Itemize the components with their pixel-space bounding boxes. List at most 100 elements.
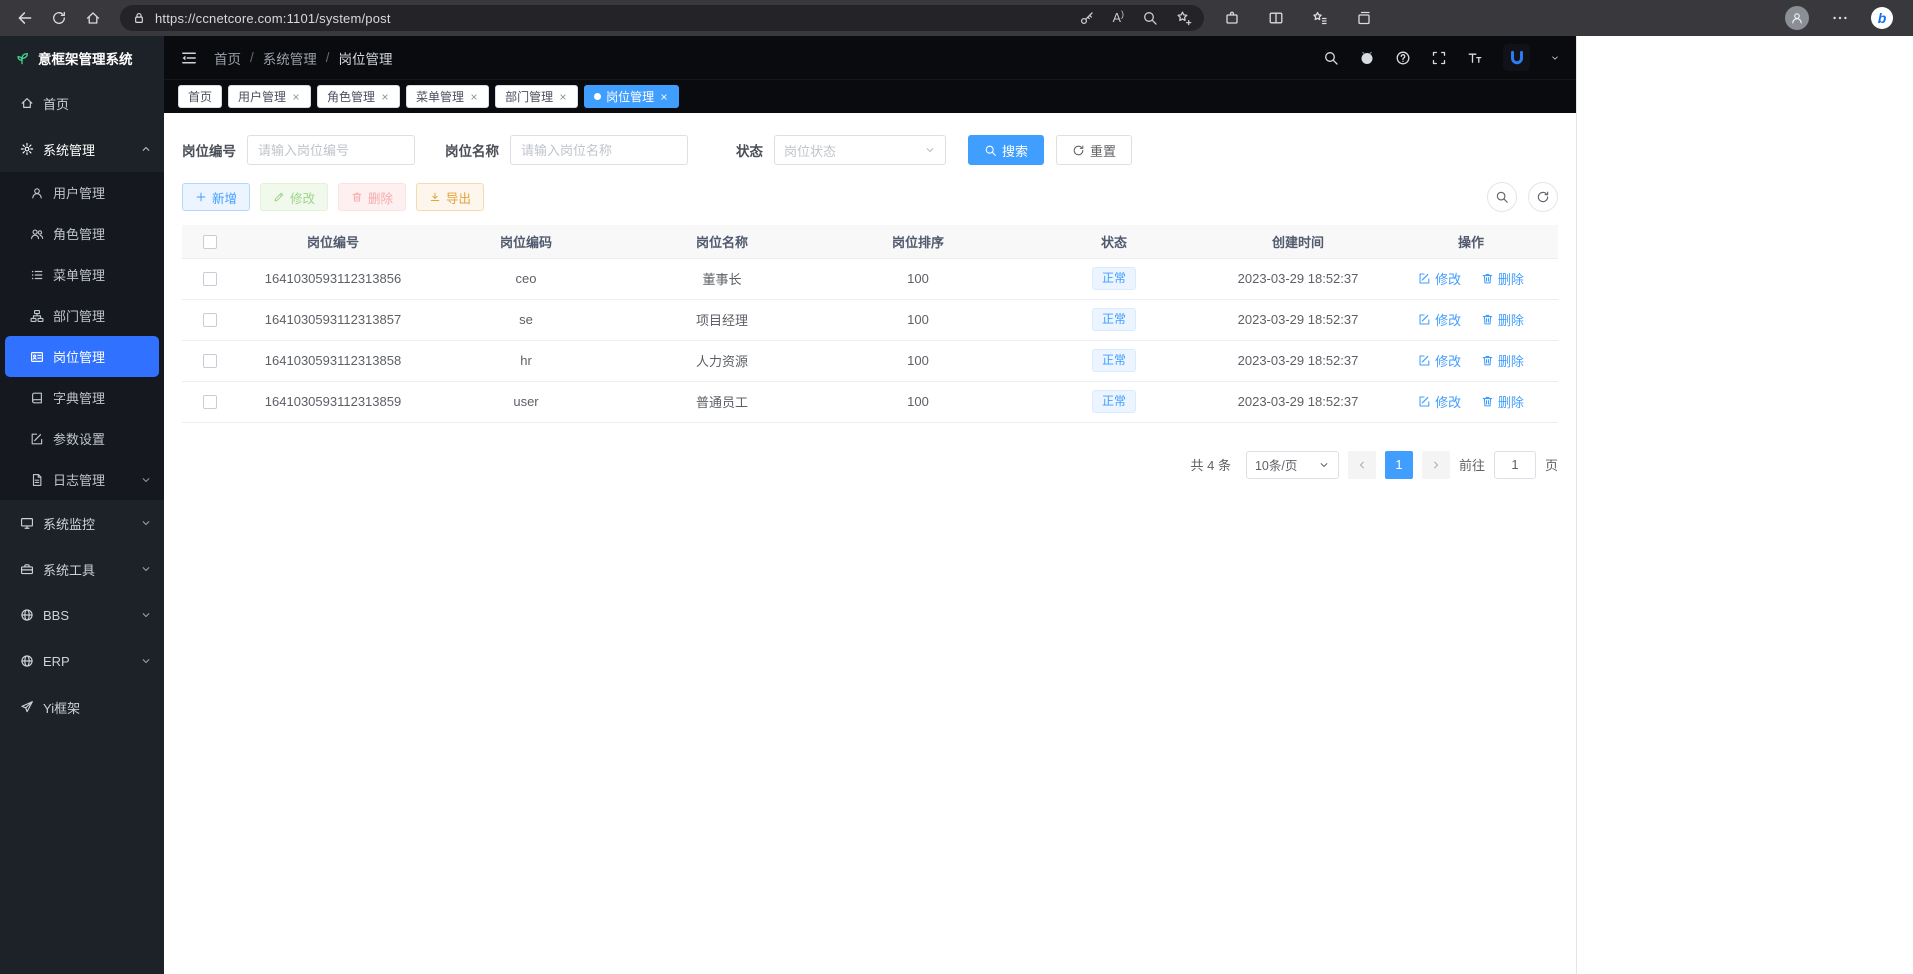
next-page-button[interactable] <box>1422 451 1450 479</box>
row-edit-link[interactable]: 修改 <box>1418 269 1461 288</box>
split-screen-icon[interactable] <box>1268 10 1284 26</box>
header-search-icon[interactable] <box>1323 50 1339 66</box>
status-label: 状态 <box>736 140 763 160</box>
post-code-input[interactable] <box>247 135 415 165</box>
pencil-icon <box>273 191 285 203</box>
tab-post-management[interactable]: 岗位管理 <box>584 85 679 108</box>
breadcrumb-home[interactable]: 首页 <box>214 48 241 68</box>
password-key-icon[interactable] <box>1079 10 1095 26</box>
goto-page-input[interactable] <box>1494 451 1536 479</box>
sidebar-item-param-settings[interactable]: 参数设置 <box>0 418 164 459</box>
row-edit-link[interactable]: 修改 <box>1418 392 1461 411</box>
edit-button[interactable]: 修改 <box>260 183 328 211</box>
help-question-icon[interactable] <box>1395 50 1411 66</box>
sidebar-item-user-management[interactable]: 用户管理 <box>0 172 164 213</box>
row-checkbox[interactable] <box>203 272 217 286</box>
row-delete-link[interactable]: 删除 <box>1481 351 1524 370</box>
site-info-lock-icon[interactable] <box>132 11 146 25</box>
row-delete-link[interactable]: 删除 <box>1481 269 1524 288</box>
paper-plane-icon <box>20 700 34 714</box>
tab-user-management[interactable]: 用户管理 <box>228 85 311 108</box>
collections-icon[interactable] <box>1356 10 1372 26</box>
reset-button[interactable]: 重置 <box>1056 135 1132 165</box>
browser-profile-avatar[interactable] <box>1785 6 1809 30</box>
col-created: 创建时间 <box>1212 225 1384 258</box>
row-delete-link[interactable]: 删除 <box>1481 392 1524 411</box>
browser-more-icon[interactable] <box>1831 9 1849 27</box>
sidebar-item-system-monitor[interactable]: 系统监控 <box>0 500 164 546</box>
delete-button[interactable]: 删除 <box>338 183 406 211</box>
app-logo[interactable]: 意框架管理系统 <box>0 36 164 80</box>
row-delete-link[interactable]: 删除 <box>1481 310 1524 329</box>
page-unit-label: 页 <box>1545 455 1558 474</box>
export-button[interactable]: 导出 <box>416 183 484 211</box>
close-icon[interactable] <box>659 92 669 102</box>
search-button[interactable]: 搜索 <box>968 135 1044 165</box>
tab-role-management[interactable]: 角色管理 <box>317 85 400 108</box>
close-icon[interactable] <box>469 92 479 102</box>
avatar-dropdown-caret-icon[interactable] <box>1550 53 1560 63</box>
status-select[interactable]: 岗位状态 <box>774 135 946 165</box>
trash-icon <box>1481 354 1494 367</box>
user-icon <box>30 186 44 200</box>
github-icon[interactable] <box>1359 50 1375 66</box>
page-number-button[interactable]: 1 <box>1385 451 1413 479</box>
zoom-icon[interactable] <box>1142 10 1158 26</box>
tab-dept-management[interactable]: 部门管理 <box>495 85 578 108</box>
prev-page-button[interactable] <box>1348 451 1376 479</box>
sidebar-item-dict-management[interactable]: 字典管理 <box>0 377 164 418</box>
sidebar-item-log-management[interactable]: 日志管理 <box>0 459 164 500</box>
sidebar-item-home[interactable]: 首页 <box>0 80 164 126</box>
breadcrumb-system[interactable]: 系统管理 <box>263 48 317 68</box>
sidebar-item-system-management[interactable]: 系统管理 <box>0 126 164 172</box>
favorites-icon[interactable] <box>1312 10 1328 26</box>
table-row: 1641030593112313859 user 普通员工 100 正常 202… <box>182 381 1558 422</box>
row-checkbox[interactable] <box>203 395 217 409</box>
post-management-page: 岗位编号 岗位名称 状态 岗位状态 搜索 重置 新增 <box>164 113 1576 974</box>
row-checkbox[interactable] <box>203 313 217 327</box>
search-icon <box>984 144 997 157</box>
plus-icon <box>195 191 207 203</box>
sidebar: 意框架管理系统 首页 系统管理 用户管理 角色管理 菜单管理 <box>0 36 164 974</box>
close-icon[interactable] <box>380 92 390 102</box>
col-post-code: 岗位编码 <box>428 225 624 258</box>
close-icon[interactable] <box>558 92 568 102</box>
sidebar-item-yi-framework[interactable]: Yi框架 <box>0 684 164 730</box>
extensions-icon[interactable] <box>1224 10 1240 26</box>
status-badge: 正常 <box>1092 390 1136 413</box>
sidebar-item-system-tools[interactable]: 系统工具 <box>0 546 164 592</box>
address-bar[interactable]: https://ccnetcore.com:1101/system/post A… <box>120 5 1204 31</box>
sidebar-item-bbs[interactable]: BBS <box>0 592 164 638</box>
tab-menu-management[interactable]: 菜单管理 <box>406 85 489 108</box>
add-button[interactable]: 新增 <box>182 183 250 211</box>
tab-home[interactable]: 首页 <box>178 85 222 108</box>
font-size-icon[interactable] <box>1467 50 1483 66</box>
browser-back-button[interactable] <box>10 4 40 32</box>
toggle-search-button[interactable] <box>1487 182 1517 212</box>
close-icon[interactable] <box>291 92 301 102</box>
row-edit-link[interactable]: 修改 <box>1418 310 1461 329</box>
page-size-select[interactable]: 10条/页 <box>1246 451 1339 479</box>
chevron-left-icon <box>1356 459 1368 471</box>
read-aloud-icon[interactable]: A) <box>1113 12 1124 25</box>
sidebar-item-erp[interactable]: ERP <box>0 638 164 684</box>
browser-home-button[interactable] <box>78 4 108 32</box>
add-favorite-icon[interactable] <box>1176 10 1192 26</box>
user-avatar[interactable] <box>1503 44 1530 71</box>
sidebar-item-menu-management[interactable]: 菜单管理 <box>0 254 164 295</box>
chevron-down-icon <box>140 474 152 486</box>
row-checkbox[interactable] <box>203 354 217 368</box>
sidebar-fold-icon[interactable] <box>180 49 198 67</box>
select-all-checkbox[interactable] <box>203 235 217 249</box>
leaf-logo-icon <box>14 50 30 66</box>
copilot-bing-icon[interactable]: b <box>1871 7 1893 29</box>
row-edit-link[interactable]: 修改 <box>1418 351 1461 370</box>
browser-refresh-button[interactable] <box>44 4 74 32</box>
refresh-table-button[interactable] <box>1528 182 1558 212</box>
sidebar-item-post-management[interactable]: 岗位管理 <box>5 336 159 377</box>
sidebar-item-role-management[interactable]: 角色管理 <box>0 213 164 254</box>
fullscreen-icon[interactable] <box>1431 50 1447 66</box>
post-name-input[interactable] <box>510 135 688 165</box>
url-text: https://ccnetcore.com:1101/system/post <box>155 11 391 26</box>
sidebar-item-dept-management[interactable]: 部门管理 <box>0 295 164 336</box>
